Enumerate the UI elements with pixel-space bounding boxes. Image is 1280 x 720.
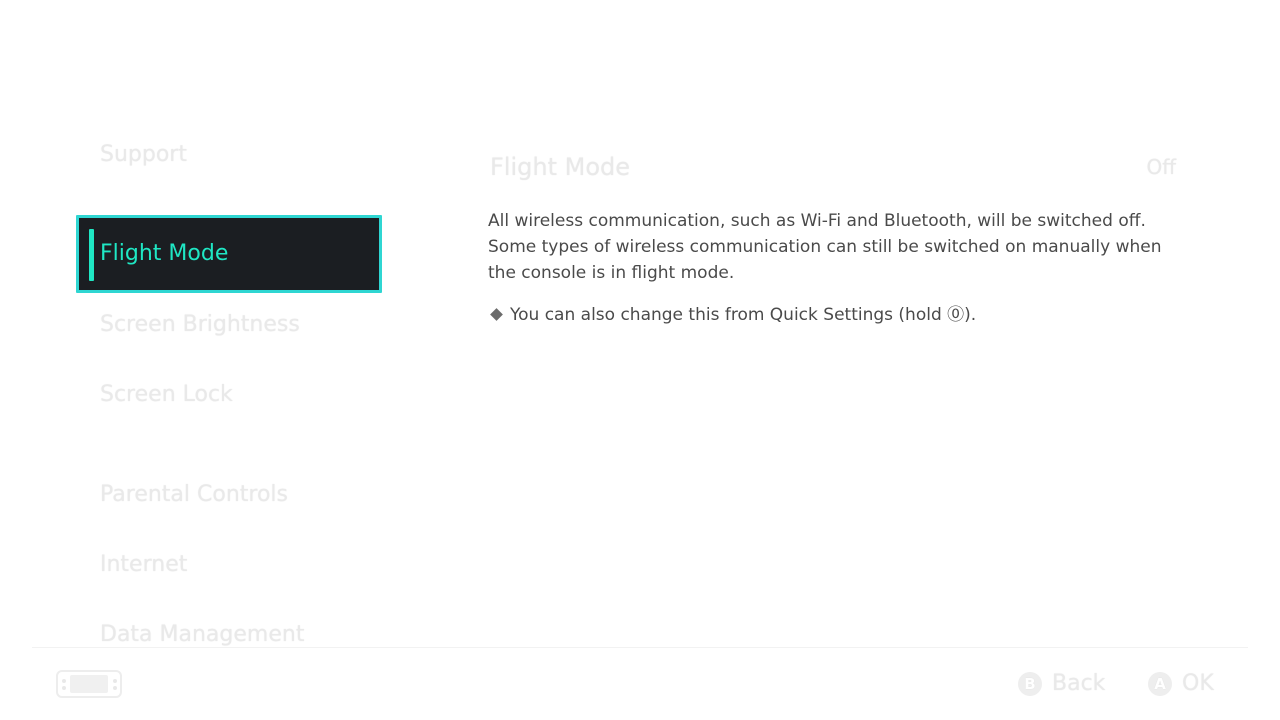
note-text-end: ).	[964, 305, 977, 325]
bullet-diamond-icon	[490, 308, 503, 321]
b-button-icon: B	[1018, 672, 1042, 696]
sidebar-item-screen-lock[interactable]: Screen Lock	[100, 381, 233, 409]
console-button-dot	[62, 686, 66, 690]
sidebar-item-flight-mode[interactable]: Flight Mode	[76, 215, 382, 293]
sidebar-item-label: Flight Mode	[100, 241, 229, 266]
sidebar-item-support[interactable]: Support	[100, 141, 187, 169]
sidebar-item-screen-brightness[interactable]: Screen Brightness	[100, 311, 300, 339]
setting-title: Flight Mode	[490, 153, 631, 181]
sidebar-item-data-management[interactable]: Data Management	[100, 621, 304, 649]
console-button-dot	[113, 679, 117, 683]
back-button[interactable]: B Back	[1018, 670, 1105, 698]
sidebar-item-label: Screen Brightness	[100, 312, 300, 337]
selection-indicator	[89, 229, 94, 281]
footer-divider	[32, 647, 1248, 648]
console-button-dot	[113, 686, 117, 690]
back-label: Back	[1052, 671, 1106, 696]
description-line: Some types of wireless communication can…	[488, 237, 1162, 257]
sidebar-item-label: Screen Lock	[100, 382, 233, 407]
home-button-icon: ⓪	[947, 305, 965, 325]
console-icon	[56, 670, 122, 698]
description-line: All wireless communication, such as Wi-F…	[488, 211, 1146, 231]
setting-note: You can also change this from Quick Sett…	[488, 302, 976, 328]
description-line: the console is in flight mode.	[488, 263, 735, 283]
sidebar-item-label: Support	[100, 142, 187, 167]
sidebar-item-label: Internet	[100, 552, 188, 577]
sidebar-item-internet[interactable]: Internet	[100, 551, 187, 579]
sidebar-item-parental-controls[interactable]: Parental Controls	[100, 481, 288, 509]
ok-button[interactable]: A OK	[1148, 670, 1214, 698]
sidebar-item-label: Parental Controls	[100, 482, 288, 507]
console-screen	[70, 675, 108, 693]
sidebar-item-label: Data Management	[100, 622, 305, 647]
setting-description: All wireless communication, such as Wi-F…	[488, 208, 1188, 286]
note-text: You can also change this from Quick Sett…	[510, 305, 948, 325]
setting-value: Off	[1146, 155, 1176, 179]
console-button-dot	[62, 679, 66, 683]
a-button-icon: A	[1148, 672, 1172, 696]
ok-label: OK	[1182, 671, 1214, 696]
